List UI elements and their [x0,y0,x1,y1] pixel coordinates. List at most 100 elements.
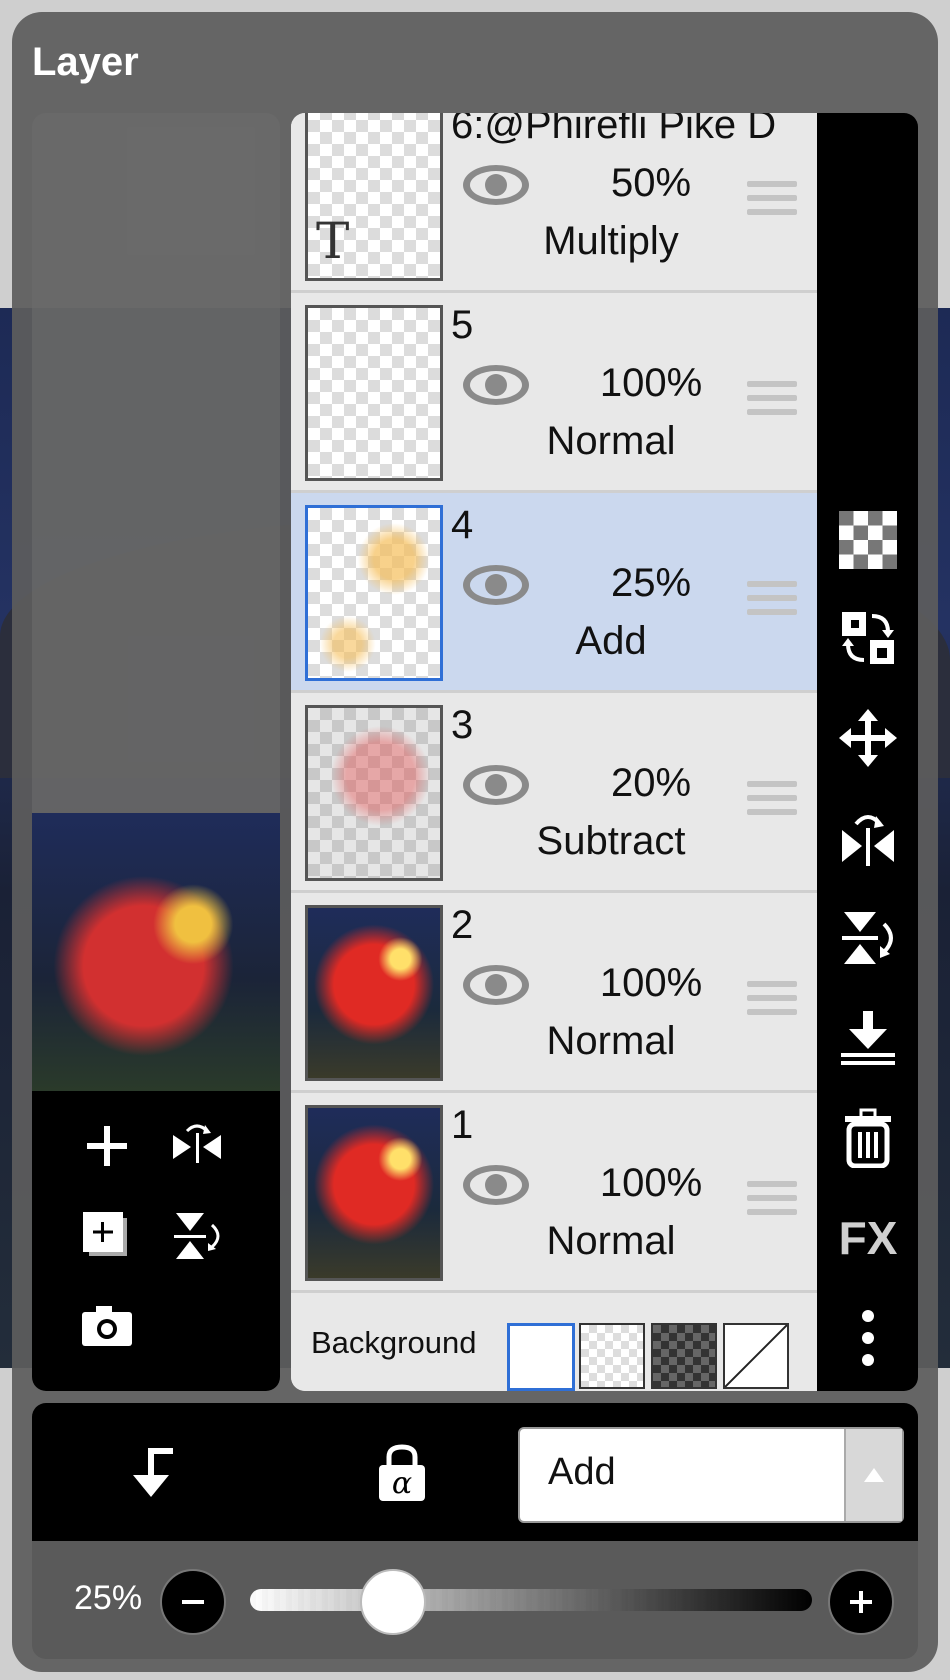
flip-vertical-icon [174,1213,220,1259]
drag-handle-icon[interactable] [747,781,797,823]
drag-handle-icon[interactable] [747,181,797,223]
duplicate-layer-button[interactable] [72,1201,142,1271]
opacity-increase-button[interactable] [828,1569,894,1635]
move-icon [839,709,897,767]
layer-blend-mode: Normal [546,1019,676,1063]
more-button[interactable] [833,1303,903,1373]
background-transparent-light-option[interactable] [579,1323,645,1389]
add-layer-icon [87,1126,127,1166]
eye-icon[interactable] [461,163,531,207]
layer-blend-mode: Normal [546,419,676,463]
layer-opacity: 100% [599,361,703,405]
background-transparent-dark-option[interactable] [651,1323,717,1389]
blend-mode-select[interactable]: Add [518,1427,904,1523]
plus-icon [850,1591,872,1613]
flip-vertical-icon [842,912,893,964]
more-icon [862,1310,874,1366]
opacity-decrease-button[interactable] [160,1569,226,1635]
opacity-slider-bar: 25% [32,1541,918,1659]
drag-handle-icon[interactable] [747,1181,797,1223]
minus-icon [182,1600,204,1604]
app-frame: Layer T 6:@Phirefli Pike D 50% Multiply … [0,0,950,1680]
layer-name: 6:@Phirefli Pike D [451,113,777,147]
swap-layer-button[interactable] [833,603,903,673]
layer-blend-mode: Multiply [543,219,679,263]
blend-mode-value: Add [548,1451,616,1493]
flip-horizontal-button[interactable] [162,1111,232,1181]
move-layer-button[interactable] [833,703,903,773]
drag-handle-icon[interactable] [747,981,797,1023]
layer-blend-mode: Add [575,619,647,663]
layer-row-2[interactable]: 2 100% Normal [291,893,817,1093]
right-toolbar: FX [817,113,918,1391]
dialog-title: Layer [32,40,139,84]
eye-icon[interactable] [461,763,531,807]
flip-horizontal-button[interactable] [833,803,903,873]
layer-thumbnail: T [305,113,443,281]
layer-thumbnail [305,505,443,681]
drag-handle-icon[interactable] [747,381,797,423]
layer-name: 4 [451,503,474,547]
swap-icon [842,612,894,664]
dropdown-arrow-icon[interactable] [844,1429,902,1521]
drag-handle-icon[interactable] [747,581,797,623]
background-label: Background [311,1325,477,1360]
merge-down-button[interactable] [833,1003,903,1073]
layer-opacity: 25% [610,561,692,605]
triangle-up-icon [864,1468,884,1482]
layer-row-6[interactable]: T 6:@Phirefli Pike D 50% Multiply [291,113,817,293]
delete-layer-button[interactable] [833,1103,903,1173]
transparency-icon [839,511,897,569]
add-layer-button[interactable] [72,1111,142,1181]
layer-thumbnail [305,905,443,1081]
layer-blend-mode: Normal [546,1219,676,1263]
layer-list: T 6:@Phirefli Pike D 50% Multiply 5 100%… [291,113,817,1391]
camera-icon [82,1306,132,1346]
layer-opacity: 100% [599,961,703,1005]
layer-row-4[interactable]: 4 25% Add [291,493,817,693]
layer-thumbnail [305,705,443,881]
background-none-option[interactable] [723,1323,789,1389]
fx-button[interactable]: FX [833,1203,903,1273]
eye-icon[interactable] [461,1163,531,1207]
camera-button[interactable] [72,1291,142,1361]
flip-vertical-button[interactable] [162,1201,232,1271]
flip-horizontal-icon [842,815,894,866]
alpha-label: α [392,1466,412,1501]
eye-icon[interactable] [461,563,531,607]
opacity-value: 25% [74,1579,143,1617]
canvas-preview [32,813,280,1091]
left-panel [32,113,280,1391]
layer-row-1[interactable]: 1 100% Normal [291,1093,817,1293]
layer-opacity: 20% [610,761,692,805]
layer-name: 1 [451,1103,474,1147]
layer-row-5[interactable]: 5 100% Normal [291,293,817,493]
layer-blend-mode: Subtract [536,819,686,863]
layer-opacity: 100% [599,1161,703,1205]
alpha-lock-button[interactable]: α [362,1433,442,1513]
eye-icon[interactable] [461,363,531,407]
clipping-button[interactable] [112,1433,192,1513]
layer-thumbnail [305,1105,443,1281]
background-row: Background [291,1295,817,1391]
slash-icon [724,1324,788,1388]
trash-icon [845,1108,891,1168]
background-white-option[interactable] [507,1323,575,1391]
layer-name: 5 [451,303,474,347]
flip-vertical-button[interactable] [833,903,903,973]
duplicate-layer-icon [83,1212,127,1256]
layer-row-3[interactable]: 3 20% Subtract [291,693,817,893]
transparency-button[interactable] [833,505,903,575]
opacity-slider-track[interactable] [250,1589,812,1611]
left-toolbar [32,1091,280,1391]
flip-horizontal-icon [173,1124,221,1163]
layer-name: 3 [451,703,474,747]
layer-options-bar: α Add [32,1403,918,1541]
layer-thumbnail [305,305,443,481]
fx-label: FX [838,1212,898,1264]
merge-down-icon [841,1011,895,1065]
text-layer-icon: T [316,212,350,270]
clipping-icon [133,1448,173,1497]
opacity-slider-knob[interactable] [359,1569,426,1635]
eye-icon[interactable] [461,963,531,1007]
